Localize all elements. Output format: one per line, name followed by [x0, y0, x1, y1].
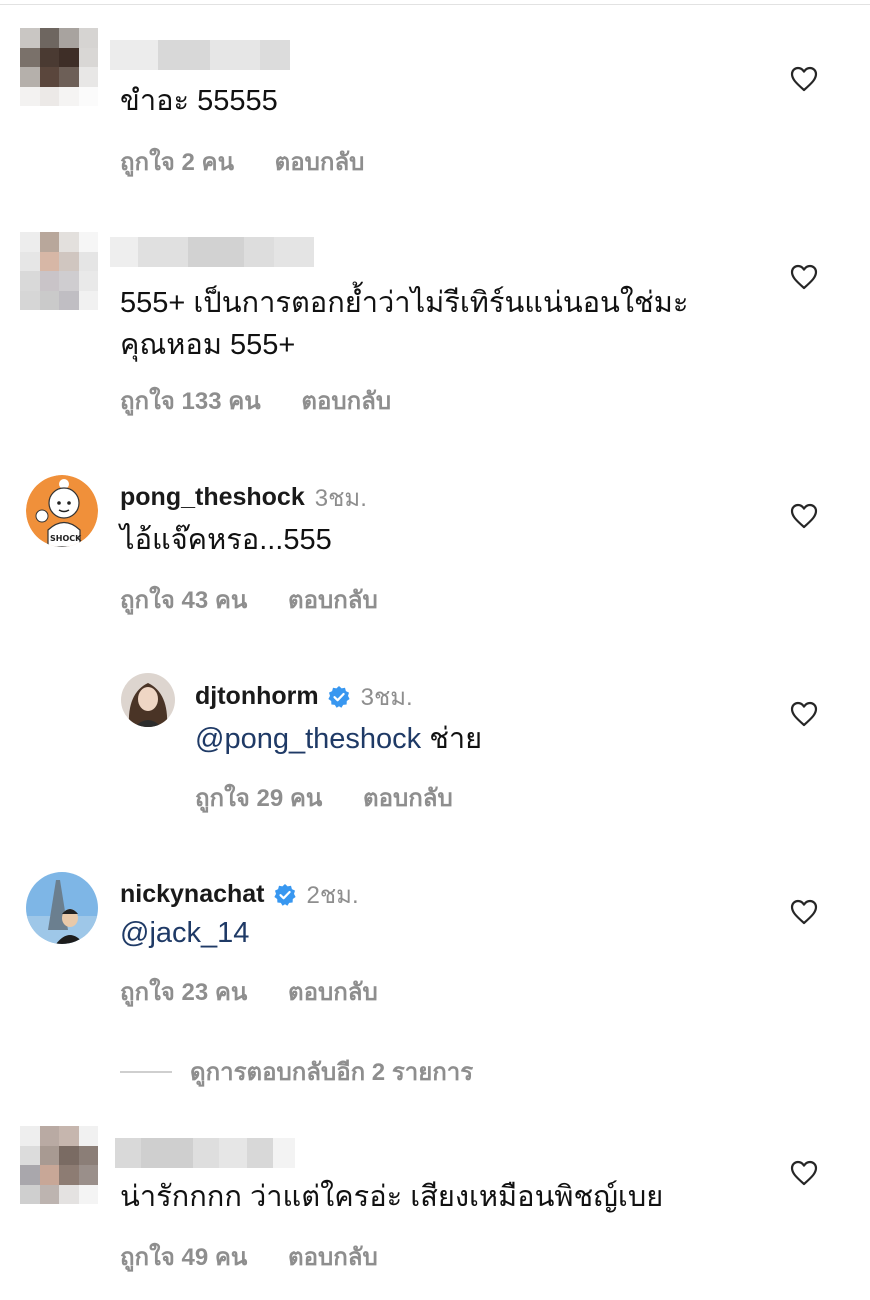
reply-button[interactable]: ตอบกลับ	[275, 149, 365, 176]
timestamp: 3ชม.	[360, 684, 413, 711]
username-blurred[interactable]	[115, 1138, 295, 1168]
heart-outline-icon[interactable]	[790, 701, 818, 727]
like-count[interactable]: ถูกใจ 2 คน	[120, 149, 234, 176]
view-more-replies-label: ดูการตอบกลับอีก 2 รายการ	[190, 1059, 474, 1086]
avatar[interactable]: SHOCK	[26, 475, 98, 547]
comment-text: @jack_14	[120, 912, 249, 954]
comment-meta: ถูกใจ 2 คน ตอบกลับ	[120, 142, 364, 181]
comment-meta: ถูกใจ 49 คน ตอบกลับ	[120, 1237, 378, 1276]
like-count[interactable]: ถูกใจ 29 คน	[195, 785, 322, 812]
username[interactable]: djtonhorm	[195, 682, 319, 711]
avatar-blurred[interactable]	[20, 28, 98, 106]
timestamp: 3ชม.	[314, 485, 367, 512]
view-more-replies-button[interactable]: ดูการตอบกลับอีก 2 รายการ	[120, 1052, 473, 1091]
username-blurred[interactable]	[110, 237, 314, 267]
thread-line	[120, 1070, 172, 1073]
like-count[interactable]: ถูกใจ 133 คน	[120, 388, 261, 415]
username-blurred[interactable]	[110, 40, 290, 70]
comment-text: ไอ้แจ๊คหรอ...555	[120, 524, 332, 556]
comment-text: @pong_theshock ช่าย	[195, 718, 482, 760]
comment-text: 555+ เป็นการตอกย้ำว่าไม่รีเทิร์นแน่นอนใช…	[120, 287, 689, 361]
heart-outline-icon[interactable]	[790, 1160, 818, 1186]
top-divider	[0, 4, 870, 5]
like-count[interactable]: ถูกใจ 23 คน	[120, 979, 247, 1006]
like-count[interactable]: ถูกใจ 43 คน	[120, 587, 247, 614]
profile-photo-image	[26, 872, 98, 944]
mention-link[interactable]: @jack_14	[120, 917, 249, 949]
username[interactable]: nickynachat	[120, 880, 265, 909]
reply-button[interactable]: ตอบกลับ	[288, 979, 378, 1006]
comment-text: ขำอะ 55555	[120, 85, 278, 117]
comment-header: nickynachat 2ชม.	[120, 875, 359, 914]
heart-outline-icon[interactable]	[790, 503, 818, 529]
reply-button[interactable]: ตอบกลับ	[288, 1244, 378, 1271]
timestamp: 2ชม.	[306, 882, 359, 909]
comment-header: pong_theshock 3ชม.	[120, 478, 367, 517]
heart-outline-icon[interactable]	[790, 264, 818, 290]
reply-button[interactable]: ตอบกลับ	[288, 587, 378, 614]
comment-meta: ถูกใจ 43 คน ตอบกลับ	[120, 580, 378, 619]
comment-header: djtonhorm 3ชม.	[195, 677, 413, 716]
avatar[interactable]	[26, 872, 98, 944]
like-count[interactable]: ถูกใจ 49 คน	[120, 1244, 247, 1271]
username[interactable]: pong_theshock	[120, 483, 305, 512]
verified-badge-icon	[327, 685, 350, 708]
avatar-blurred[interactable]	[20, 232, 98, 310]
cartoon-avatar-image: SHOCK	[26, 475, 98, 547]
comment-meta: ถูกใจ 29 คน ตอบกลับ	[195, 778, 453, 817]
avatar-blurred[interactable]	[20, 1126, 98, 1204]
reply-button[interactable]: ตอบกลับ	[301, 388, 391, 415]
comment-meta: ถูกใจ 23 คน ตอบกลับ	[120, 972, 378, 1011]
heart-outline-icon[interactable]	[790, 66, 818, 92]
comment-text: น่ารักกกก ว่าแต่ใครอ่ะ เสียงเหมือนพิชญ์เ…	[120, 1181, 664, 1213]
comment-meta: ถูกใจ 133 คน ตอบกลับ	[120, 381, 391, 420]
mention-link[interactable]: @pong_theshock	[195, 723, 421, 755]
profile-photo-image	[121, 673, 175, 727]
reply-button[interactable]: ตอบกลับ	[363, 785, 453, 812]
heart-outline-icon[interactable]	[790, 899, 818, 925]
svg-text:SHOCK: SHOCK	[50, 534, 82, 543]
comment-body: ช่าย	[421, 723, 483, 755]
avatar[interactable]	[121, 673, 175, 727]
verified-badge-icon	[273, 883, 296, 906]
